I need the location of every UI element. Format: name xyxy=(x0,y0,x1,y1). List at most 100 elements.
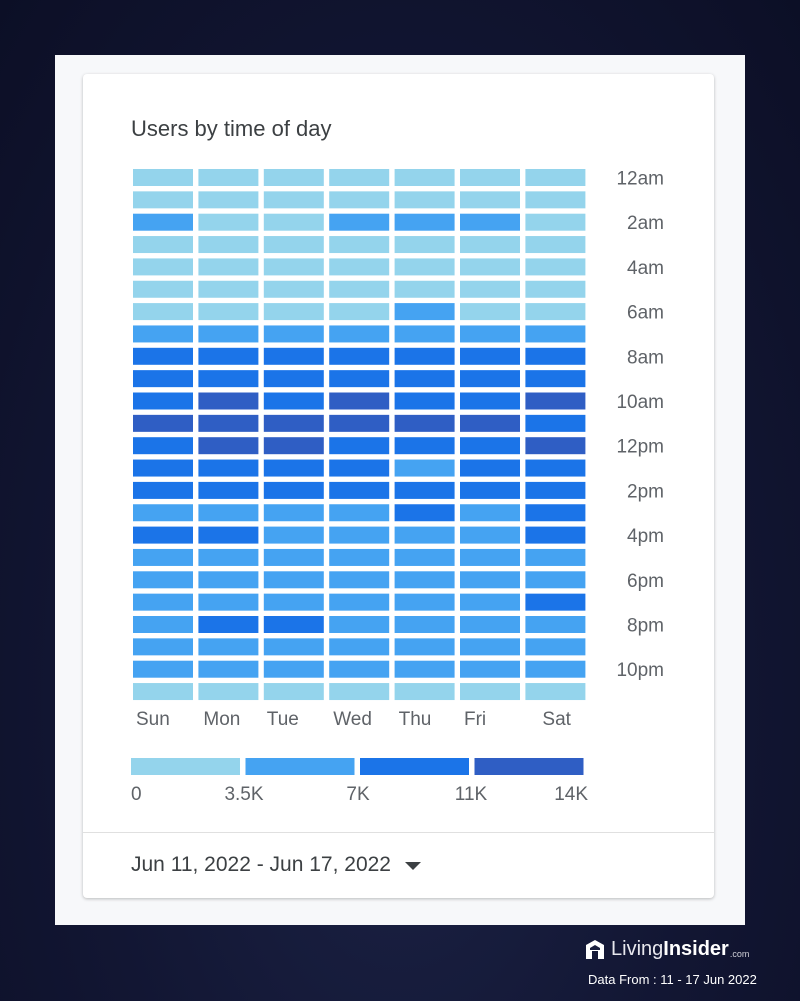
heatmap-cell-thu-5pm xyxy=(394,548,455,566)
heatmap-cell-thu-8pm xyxy=(394,616,455,633)
heatmap-cell-thu-10pm xyxy=(394,660,455,678)
heatmap-cell-fri-9pm xyxy=(460,638,520,656)
heatmap-cell-sat-10pm xyxy=(525,660,586,678)
heatmap-cell-sun-5am xyxy=(133,280,193,298)
legend-tick-label: 0 xyxy=(131,784,142,805)
heatmap-cell-tue-2pm xyxy=(263,481,324,499)
heatmap-cell-mon-11am xyxy=(198,414,259,432)
legend-swatch xyxy=(245,758,355,775)
heatmap-cell-mon-7am xyxy=(198,325,259,343)
brand-suffix: .com xyxy=(729,948,750,959)
heatmap-cell-sun-7pm xyxy=(133,593,193,611)
heatmap-cell-sun-10am xyxy=(133,392,193,410)
legend-tick-label: 3.5K xyxy=(224,784,263,805)
x-tick-label: Fri xyxy=(464,709,486,730)
heatmap-cell-mon-1am xyxy=(198,191,259,209)
heatmap-cell-tue-9pm xyxy=(263,638,324,656)
x-axis-labels: Sun Mon Tue Wed Thu Fri Sat xyxy=(136,709,572,730)
heatmap-cell-thu-4pm xyxy=(394,526,455,544)
heatmap-cell-tue-10am xyxy=(263,392,324,410)
heatmap-cell-wed-2am xyxy=(329,213,390,231)
heatmap-cell-thu-12pm xyxy=(394,437,455,455)
heatmap-cell-sat-3am xyxy=(525,236,586,254)
heatmap-cell-wed-4am xyxy=(329,258,390,276)
heatmap-cell-fri-12pm xyxy=(460,437,520,455)
heatmap-cell-wed-3am xyxy=(329,236,390,254)
heatmap-cell-fri-8am xyxy=(460,347,520,365)
heatmap-cell-wed-5am xyxy=(329,280,390,298)
heatmap-cell-sat-8pm xyxy=(525,616,586,633)
heatmap-cell-sun-11pm xyxy=(133,683,193,701)
heatmap-cell-tue-8pm xyxy=(263,616,324,633)
heatmap-cell-sun-12pm xyxy=(133,437,193,455)
heatmap-cell-tue-7am xyxy=(263,325,324,343)
heatmap-cell-sun-6am xyxy=(133,303,193,321)
heatmap-cell-sun-7am xyxy=(133,325,193,343)
heatmap-cell-sun-12am xyxy=(133,169,193,186)
heatmap-cell-tue-11am xyxy=(263,414,324,432)
heatmap-cell-sun-10pm xyxy=(133,660,193,678)
heatmap-cell-wed-7am xyxy=(329,325,390,343)
heatmap-cell-mon-2pm xyxy=(198,481,259,499)
x-tick-label: Wed xyxy=(333,709,372,730)
heatmap-cell-tue-5am xyxy=(263,280,324,298)
heatmap-cell-sun-8am xyxy=(133,347,193,365)
heatmap-cell-fri-4pm xyxy=(460,526,520,544)
heatmap-cell-tue-3pm xyxy=(263,504,324,522)
y-tick-label: 6am xyxy=(627,303,664,324)
heatmap-cell-sun-9am xyxy=(133,370,193,388)
heatmap-cell-mon-5pm xyxy=(198,548,259,566)
heatmap-cell-sat-8am xyxy=(525,347,586,365)
heatmap-cell-thu-2am xyxy=(394,213,455,231)
heatmap-cell-sat-3pm xyxy=(525,504,586,522)
heatmap-cell-sat-12pm xyxy=(525,437,586,455)
heatmap-cell-fri-3am xyxy=(460,236,520,254)
heatmap-cell-sun-3am xyxy=(133,236,193,254)
heatmap-cell-wed-6am xyxy=(329,303,390,321)
heatmap-cell-wed-1am xyxy=(329,191,390,209)
heatmap-cell-mon-2am xyxy=(198,213,259,231)
x-tick-label: Mon xyxy=(203,709,240,730)
heatmap-cell-sat-6pm xyxy=(525,571,586,589)
heatmap-cell-mon-4am xyxy=(198,258,259,276)
heatmap-cell-sun-11am xyxy=(133,414,193,432)
heatmap-cell-sat-11pm xyxy=(525,683,586,701)
heatmap-cell-fri-7pm xyxy=(460,593,520,611)
heatmap-cell-wed-11pm xyxy=(329,683,390,701)
heatmap-cell-mon-3am xyxy=(198,236,259,254)
heatmap-cell-wed-5pm xyxy=(329,548,390,566)
heatmap-cell-tue-2am xyxy=(263,213,324,231)
living-insider-brand: Living Insider .com xyxy=(585,938,749,961)
heatmap-cell-mon-6am xyxy=(198,303,259,321)
heatmap-cell-wed-9pm xyxy=(329,638,390,656)
heatmap-cell-wed-2pm xyxy=(329,481,390,499)
heatmap-cell-tue-12pm xyxy=(263,437,324,455)
heatmap-cell-tue-6am xyxy=(263,303,324,321)
legend-swatch xyxy=(474,758,584,775)
heatmap-cell-tue-9am xyxy=(263,370,324,388)
heatmap-cell-tue-8am xyxy=(263,347,324,365)
y-tick-label: 2pm xyxy=(627,481,664,502)
heatmap-cell-thu-10am xyxy=(394,392,455,410)
heatmap-cell-wed-12am xyxy=(329,169,390,186)
heatmap-chart: 12am 2am 4am 6am 8am 10am 12pm 2pm 4pm 6pm 8pm 10pm… xyxy=(131,169,664,805)
y-tick-label: 2am xyxy=(627,213,664,234)
heatmap-cell-thu-4am xyxy=(394,258,455,276)
heatmap-cell-fri-3pm xyxy=(460,504,520,522)
x-tick-label: Tue xyxy=(267,709,299,730)
heatmap-cell-sun-8pm xyxy=(133,616,193,633)
heatmap-cell-tue-11pm xyxy=(263,683,324,701)
brand-name-living: Living xyxy=(611,938,664,960)
heatmap-cell-wed-9am xyxy=(329,370,390,388)
x-tick-label: Sat xyxy=(542,709,571,730)
heatmap-cell-fri-2pm xyxy=(460,481,520,499)
y-tick-label: 4pm xyxy=(627,526,664,547)
heatmap-cell-wed-8pm xyxy=(329,616,390,633)
heatmap-cell-tue-7pm xyxy=(263,593,324,611)
x-tick-label: Thu xyxy=(399,709,432,730)
heatmap-cell-mon-9am xyxy=(198,370,259,388)
heatmap-cell-sat-6am xyxy=(525,303,586,321)
heatmap-cell-tue-1am xyxy=(263,191,324,209)
heatmap-cell-wed-4pm xyxy=(329,526,390,544)
heatmap-cell-fri-12am xyxy=(460,169,520,186)
